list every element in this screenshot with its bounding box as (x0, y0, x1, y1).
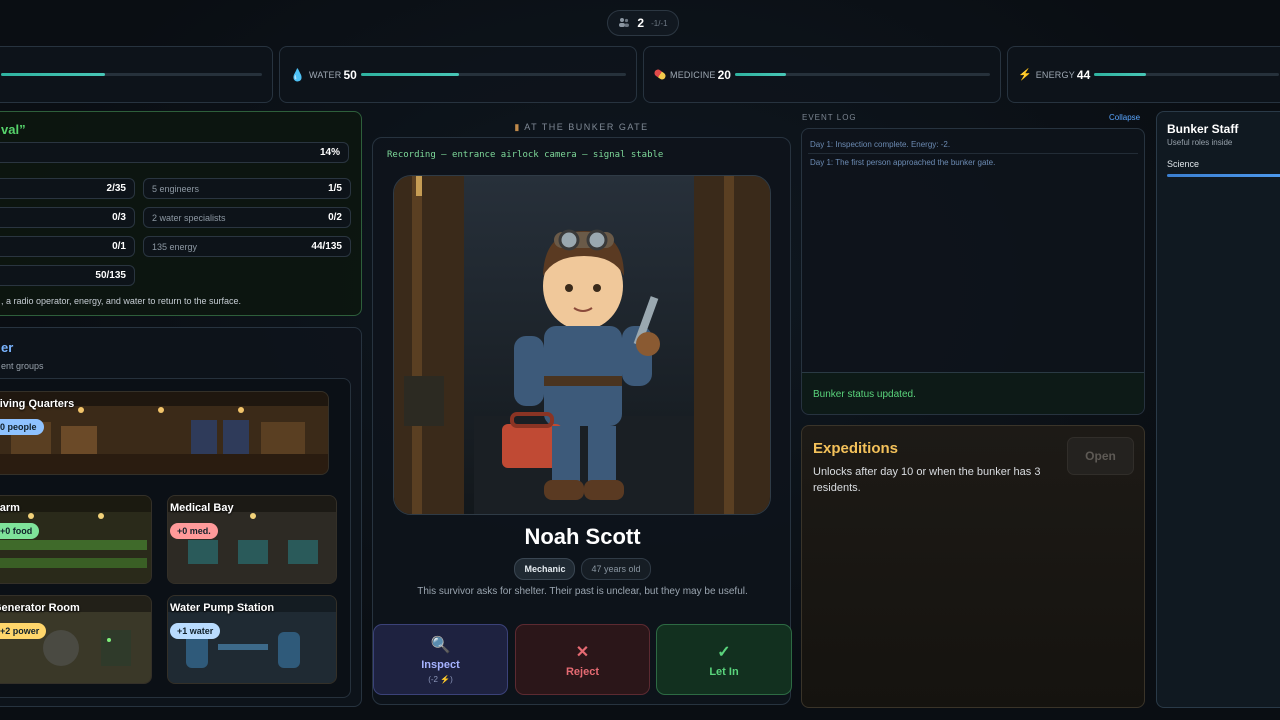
room-name: Water Pump Station (170, 602, 275, 614)
food-bar (1, 73, 262, 76)
let-in-button[interactable]: ✓ Let In (656, 624, 792, 695)
camera-recording-text: Recording — entrance airlock camera — si… (387, 150, 664, 160)
room-water-pump-station[interactable]: Water Pump Station +1 water (167, 595, 337, 684)
resource-food (0, 46, 273, 103)
population-sub: -1/-1 (651, 18, 668, 28)
bunker-rooms-panel: er ent groups Living Quarters 0 people a… (0, 327, 362, 707)
room-name: Medical Bay (170, 502, 234, 514)
close-icon: ✕ (575, 643, 590, 661)
room-name: Living Quarters (0, 398, 75, 410)
inspect-cost: (-2 ⚡) (428, 675, 453, 684)
energy-value: 44 (1076, 67, 1091, 82)
log-entry: Day 1: Inspection complete. Energy: -2. (810, 140, 951, 149)
check-icon: ✓ (717, 643, 731, 661)
people-icon (618, 17, 630, 30)
bunker-staff-panel: Bunker Staff Useful roles inside Science (1156, 111, 1280, 708)
room-living-quarters[interactable]: Living Quarters 0 people (0, 391, 329, 475)
reject-button[interactable]: ✕ Reject (515, 624, 650, 695)
survival-title: val” (1, 122, 26, 137)
energy-label: ENERGY (1035, 69, 1075, 80)
log-entry: Day 1: The first person approached the b… (810, 158, 996, 167)
expeditions-open-button[interactable]: Open (1067, 437, 1134, 475)
resource-energy: ⚡ ENERGY 44 (1007, 46, 1280, 103)
survivor-name: Noah Scott (524, 524, 641, 549)
expeditions-description: Unlocks after day 10 or when the bunker … (813, 466, 1041, 494)
survival-row: 2 water specialists 0/2 (143, 207, 351, 228)
survival-row: 0/3 (0, 207, 135, 228)
survivor-description: This survivor asks for shelter. Their pa… (417, 586, 748, 597)
resource-water: 💧 WATER 50 (279, 46, 637, 103)
staff-science-bar (1167, 174, 1280, 177)
room-name: Farm (0, 502, 20, 514)
survival-row: 50/135 (0, 265, 135, 286)
survival-footer: , a radio operator, energy, and water to… (1, 296, 241, 306)
survival-row: 0/1 (0, 236, 135, 257)
gate-title: ▮ AT THE BUNKER GATE (514, 122, 649, 132)
survivor-role-badge: Mechanic (514, 558, 576, 580)
room-medical-bay[interactable]: Medical Bay +0 med. (167, 495, 337, 584)
event-log-label: EVENT LOG (802, 113, 857, 122)
room-badge: +2 power (0, 623, 47, 639)
rooms-subtitle: ent groups (1, 361, 44, 371)
resource-medicine: MEDICINE 20 (643, 46, 1001, 103)
room-name: Generator Room (0, 602, 80, 614)
room-badge: 0 people (0, 419, 44, 435)
gate-panel: Recording — entrance airlock camera — si… (372, 137, 792, 705)
survival-progress: 14% (0, 142, 349, 163)
medicine-label: MEDICINE (670, 69, 716, 80)
staff-item-science: Science (1167, 159, 1200, 169)
rooms-title: er (1, 340, 14, 355)
door-icon: ▮ (514, 122, 521, 132)
room-badge: +0 food (0, 523, 40, 539)
survival-row: 135 energy 44/135 (143, 236, 351, 257)
room-badge: +1 water (170, 623, 221, 639)
water-drop-icon: 💧 (290, 67, 305, 82)
magnifier-icon: 🔍 (430, 637, 451, 654)
rooms-grid: Living Quarters 0 people Farm +0 food (0, 378, 351, 698)
energy-bar (1094, 73, 1279, 76)
room-farm[interactable]: Farm +0 food (0, 495, 152, 584)
medicine-value: 20 (717, 67, 731, 82)
expeditions-panel: Expeditions Unlocks after day 10 or when… (801, 425, 1145, 708)
pill-icon (653, 68, 667, 81)
medicine-bar (734, 73, 990, 76)
survivor-tags: Mechanic 47 years old (373, 558, 792, 580)
lightning-icon: ⚡ (1018, 69, 1032, 81)
expeditions-title: Expeditions (813, 440, 899, 457)
log-status-text: Bunker status updated. (813, 389, 916, 400)
survivor-portrait (393, 175, 771, 515)
survival-row: 2/35 (0, 178, 135, 199)
event-log-collapse-button[interactable]: Collapse (1109, 113, 1140, 122)
water-value: 50 (343, 67, 357, 82)
room-generator-room[interactable]: Generator Room +2 power (0, 595, 152, 684)
inspect-button[interactable]: 🔍 Inspect (-2 ⚡) (373, 624, 508, 695)
survivor-age-badge: 47 years old (581, 558, 651, 580)
water-bar (360, 73, 626, 76)
reject-label: Reject (565, 665, 600, 678)
event-log-panel: Day 1: Inspection complete. Energy: -2. … (801, 128, 1145, 415)
survival-row: 5 engineers 1/5 (143, 178, 351, 199)
survival-progress-value: 14% (319, 147, 340, 158)
water-label: WATER (308, 69, 342, 80)
inspect-label: Inspect (421, 659, 460, 671)
staff-subtitle: Useful roles inside (1167, 138, 1233, 147)
room-badge: +0 med. (170, 523, 218, 539)
population-counter: 2 -1/-1 (607, 10, 679, 36)
staff-title: Bunker Staff (1167, 122, 1239, 136)
let-in-label: Let In (709, 665, 739, 678)
log-divider (808, 153, 1138, 154)
survival-goal-panel: val” 14% 2/35 0/3 0/1 50/135 5 engineers… (0, 111, 362, 316)
population-count: 2 (637, 16, 645, 30)
log-status-bar: Bunker status updated. (802, 372, 1144, 414)
